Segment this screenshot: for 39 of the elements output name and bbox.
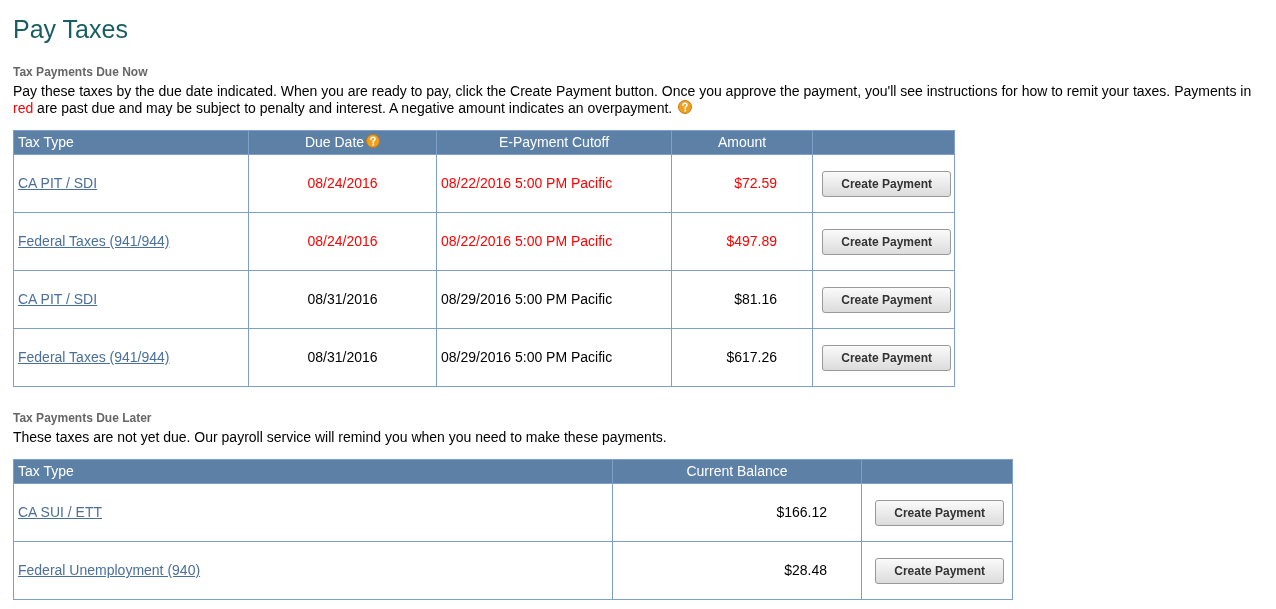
table-cell: 08/31/2016 <box>248 328 437 387</box>
table-cell: 08/29/2016 5:00 PM Pacific <box>436 328 672 387</box>
table-cell: $72.59 <box>671 154 813 213</box>
tax-type-link[interactable]: Federal Taxes (941/944) <box>18 233 170 249</box>
create-payment-button[interactable]: Create Payment <box>875 557 1004 584</box>
tax-type-link[interactable]: CA PIT / SDI <box>18 291 98 307</box>
table-cell: 08/29/2016 5:00 PM Pacific <box>436 270 672 329</box>
create-payment-button[interactable]: Create Payment <box>875 499 1004 526</box>
create-payment-button[interactable]: Create Payment <box>822 344 951 371</box>
table-cell: 08/22/2016 5:00 PM Pacific <box>436 212 672 271</box>
create-payment-button[interactable]: Create Payment <box>822 170 951 197</box>
intro-text: Pay these taxes by the due date indicated. When you are ready to pay, click the Create Payment button. Once you approve the payment, you'll see instructions for how to remit your taxes. Payments in red are past due and may be subject to penalty and interest. A negative amount indicates an overpayment. <box>13 83 1253 117</box>
intro-text: These taxes are not yet due. Our payroll service will remind you when you need to make these payments. <box>13 429 668 446</box>
create-payment-button[interactable]: Create Payment <box>822 228 951 255</box>
column-header: Current Balance <box>686 463 788 479</box>
table-cell: 08/22/2016 5:00 PM Pacific <box>436 154 672 213</box>
help-icon[interactable] <box>678 100 693 114</box>
tax-type-link[interactable]: Federal Unemployment (940) <box>18 562 201 578</box>
create-payment-button[interactable]: Create Payment <box>822 286 951 313</box>
table-cell: $28.48 <box>612 541 862 600</box>
table-cell: $617.26 <box>671 328 813 387</box>
tax-type-link[interactable]: CA SUI / ETT <box>18 504 102 520</box>
table-cell: 08/24/2016 <box>248 212 437 271</box>
tax-type-link[interactable]: CA PIT / SDI <box>18 175 98 191</box>
table-cell: 08/24/2016 <box>248 154 437 213</box>
column-header: Due Date <box>304 134 365 150</box>
section-heading: Tax Payments Due Later <box>13 410 152 426</box>
page-title: Pay Taxes <box>13 14 128 44</box>
table-cell: $497.89 <box>671 212 813 271</box>
column-header: E-Payment Cutoff <box>498 134 610 150</box>
section-heading: Tax Payments Due Now <box>13 64 148 80</box>
table-cell: $166.12 <box>612 483 862 542</box>
table-cell: $81.16 <box>671 270 813 329</box>
table-cell: 08/31/2016 <box>248 270 437 329</box>
column-header: Tax Type <box>18 463 74 479</box>
help-icon[interactable] <box>366 134 381 148</box>
column-header: Tax Type <box>18 134 74 150</box>
tax-type-link[interactable]: Federal Taxes (941/944) <box>18 349 170 365</box>
column-header: Amount <box>717 134 767 150</box>
